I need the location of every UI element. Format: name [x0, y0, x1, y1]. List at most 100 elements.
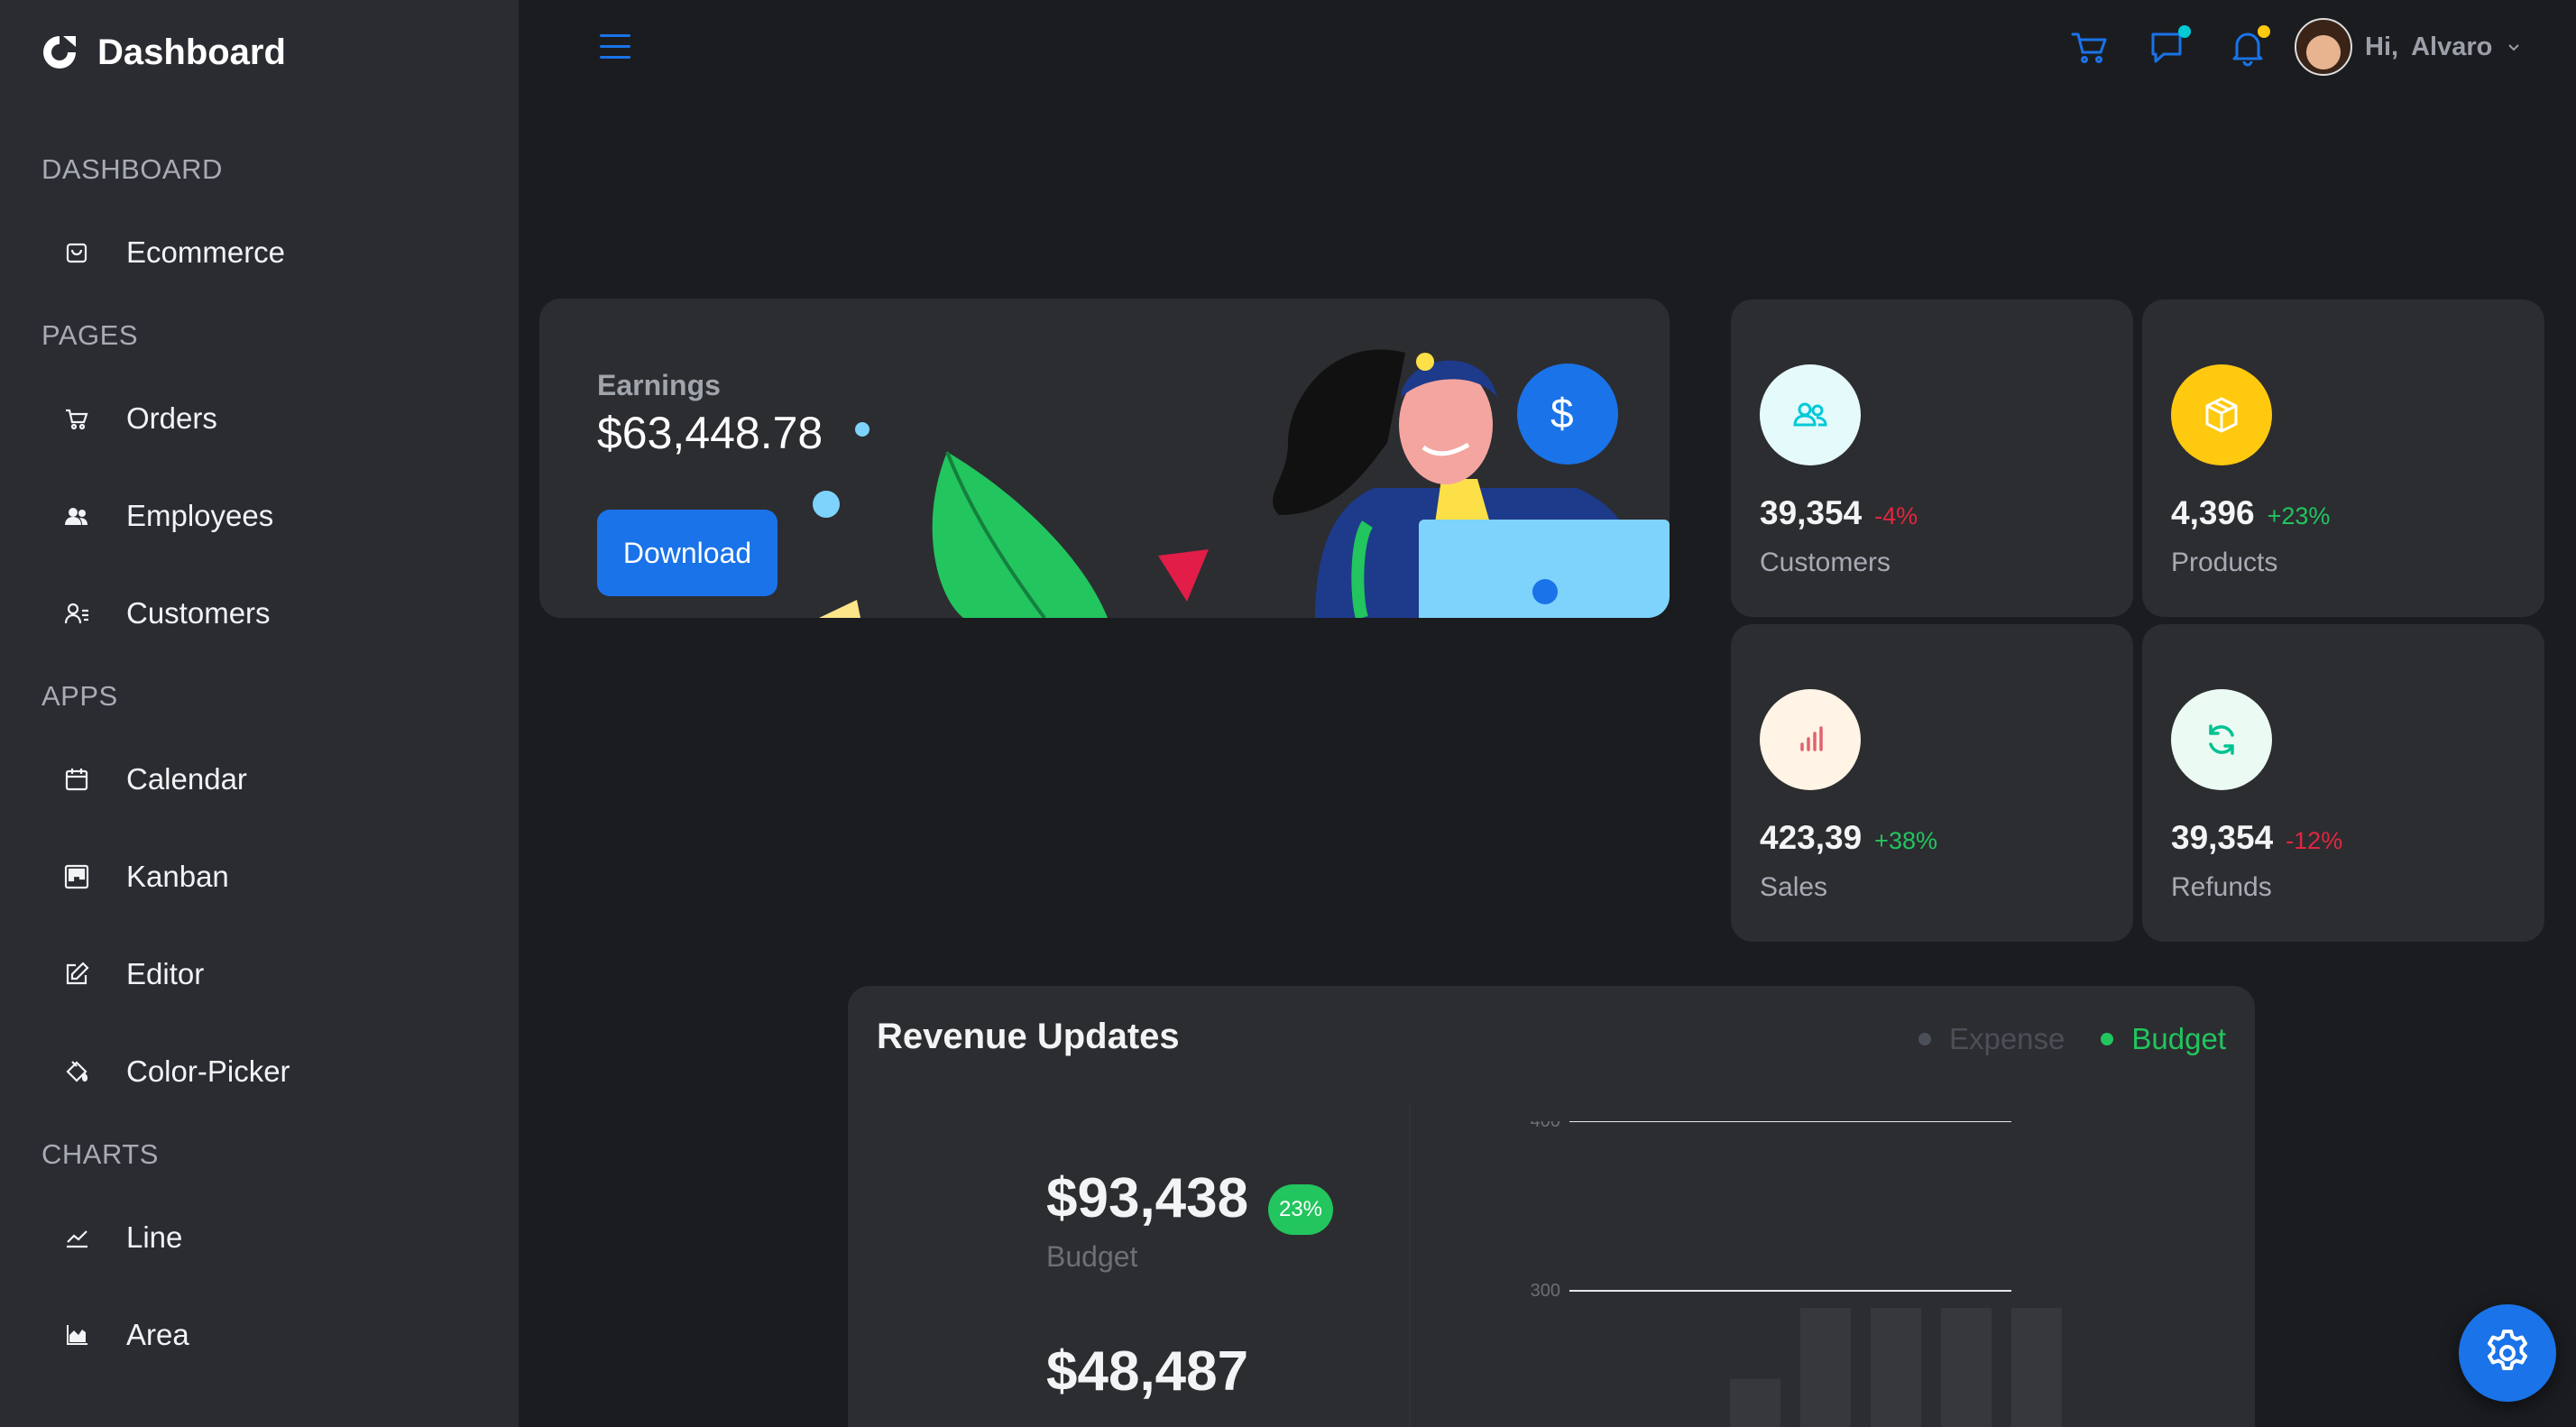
chart-bar[interactable]: [2011, 1307, 2062, 1427]
cart-icon[interactable]: [2069, 27, 2111, 69]
expense-value: $48,487: [1046, 1340, 1249, 1403]
people-icon: [63, 502, 90, 529]
sidebar-item-label: Orders: [126, 401, 217, 435]
section-dashboard: DASHBOARD: [41, 153, 223, 185]
chart-bar[interactable]: [1730, 1378, 1780, 1427]
sidebar-item-ecommerce[interactable]: Ecommerce: [0, 204, 519, 301]
menu-icon[interactable]: [600, 34, 630, 61]
stat-label: Products: [2171, 548, 2278, 577]
chat-notification-dot: [2178, 25, 2191, 38]
revenue-bar-chart: 400 300: [1531, 1121, 2062, 1427]
sidebar-item-color-picker[interactable]: Color-Picker: [0, 1023, 519, 1120]
stat-value: 423,39: [1760, 819, 1863, 856]
stat-value: 4,396: [2171, 494, 2255, 531]
stat-label: Sales: [1760, 872, 1828, 902]
legend-item-expense[interactable]: Expense: [1918, 1022, 2065, 1056]
y-tick-label: 400: [1531, 1121, 1560, 1131]
dollar-badge-symbol: $: [1550, 390, 1574, 437]
revenue-updates-card: Revenue Updates Expense Budget $93,438 2…: [848, 986, 2255, 1427]
calendar-icon: [63, 766, 90, 793]
earnings-value: $63,448.78: [597, 408, 823, 458]
box-icon[interactable]: [2171, 364, 2272, 465]
earnings-label: Earnings: [597, 369, 721, 401]
sidebar-item-line[interactable]: Line: [0, 1189, 519, 1286]
sidebar-item-label: Kanban: [126, 860, 229, 893]
stat-row: 4,396 +23%: [2171, 494, 2330, 532]
sidebar-item-editor[interactable]: Editor: [0, 925, 519, 1023]
budget-label: Budget: [1046, 1240, 1138, 1273]
legend-label: Expense: [1948, 1022, 2065, 1055]
stat-change: -12%: [2286, 827, 2343, 854]
sidebar-item-label: Editor: [126, 957, 205, 990]
gear-icon: [2488, 1330, 2527, 1370]
edit-icon: [63, 961, 90, 988]
legend-label: Budget: [2131, 1022, 2226, 1055]
stat-row: 39,354 -4%: [1760, 494, 1918, 532]
legend-item-budget[interactable]: Budget: [2101, 1022, 2226, 1056]
stat-change: +23%: [2267, 502, 2331, 529]
brand-title: Dashboard: [97, 32, 286, 72]
legend-dot: [2101, 1033, 2114, 1045]
sidebar-item-label: Color-Picker: [126, 1054, 290, 1088]
section-charts: CHARTS: [41, 1138, 159, 1170]
area-chart-icon: [63, 1321, 90, 1349]
stat-label: Customers: [1760, 548, 1891, 577]
legend-dot: [1918, 1033, 1931, 1045]
bar-chart-icon[interactable]: [1760, 689, 1861, 790]
sidebar-item-label: Line: [126, 1220, 183, 1254]
stat-change: -4%: [1874, 502, 1918, 529]
sidebar-item-calendar[interactable]: Calendar: [0, 731, 519, 828]
cart-icon: [63, 405, 90, 432]
sidebar-item-kanban[interactable]: Kanban: [0, 828, 519, 925]
chart-bar[interactable]: [1800, 1307, 1851, 1427]
stat-change: +38%: [1874, 827, 1937, 854]
settings-button[interactable]: [2459, 1304, 2556, 1402]
bell-icon[interactable]: [2227, 25, 2270, 69]
sidebar-item-label: Employees: [126, 499, 274, 532]
stat-card-products: 4,396 +23% Products: [2142, 299, 2544, 617]
brand[interactable]: Dashboard: [40, 25, 286, 79]
stat-row: 423,39 +38%: [1760, 819, 1937, 857]
stat-card-refunds: 39,354 -12% Refunds: [2142, 624, 2544, 942]
download-button[interactable]: Download: [597, 510, 777, 596]
user-name: Alvaro: [2411, 32, 2493, 61]
section-pages: PAGES: [41, 319, 139, 351]
sidebar-item-area[interactable]: Area: [0, 1286, 519, 1384]
revenue-title: Revenue Updates: [877, 1017, 1180, 1056]
stat-card-sales: 423,39 +38% Sales: [1731, 624, 2133, 942]
budget-value: $93,438: [1046, 1167, 1249, 1229]
sidebar: Dashboard DASHBOARD Ecommerce PAGES Orde…: [0, 0, 519, 1427]
greeting: Hi,: [2365, 32, 2399, 61]
sidebar-item-label: Ecommerce: [126, 235, 286, 269]
budget-badge: 23%: [1268, 1184, 1333, 1235]
sidebar-item-employees[interactable]: Employees: [0, 467, 519, 565]
chart-legend: Expense Budget: [1918, 1022, 2226, 1056]
sidebar-item-orders[interactable]: Orders: [0, 370, 519, 467]
sidebar-item-label: Customers: [126, 596, 271, 630]
avatar: [2295, 18, 2352, 76]
shopping-bag-icon: [63, 239, 90, 266]
stat-card-customers: 39,354 -4% Customers: [1731, 299, 2133, 617]
line-chart-icon: [63, 1224, 90, 1251]
kanban-icon: [63, 863, 90, 890]
user-profile-menu[interactable]: Hi, Alvaro: [2295, 18, 2523, 76]
earnings-card: $ Earnings $63,448.78 Download: [539, 299, 1670, 618]
chart-bar[interactable]: [1941, 1307, 1992, 1427]
refresh-icon[interactable]: [2171, 689, 2272, 790]
sidebar-item-customers[interactable]: Customers: [0, 565, 519, 662]
chat-icon[interactable]: [2148, 25, 2191, 69]
divider: [1409, 1103, 1411, 1427]
stat-label: Refunds: [2171, 872, 2272, 902]
stat-row: 39,354 -12%: [2171, 819, 2342, 857]
paint-bucket-icon: [63, 1058, 90, 1085]
brand-logo-icon: [43, 36, 76, 69]
people-icon[interactable]: [1760, 364, 1861, 465]
section-apps: APPS: [41, 680, 118, 712]
chevron-down-icon: [2508, 44, 2520, 51]
sidebar-item-label: Area: [126, 1318, 189, 1351]
sidebar-nav: DASHBOARD Ecommerce PAGES Orders Employe…: [0, 135, 519, 1384]
chart-bar[interactable]: [1871, 1307, 1921, 1427]
stat-value: 39,354: [2171, 819, 2274, 856]
bell-notification-dot: [2258, 25, 2270, 38]
y-tick-label: 300: [1531, 1281, 1560, 1301]
